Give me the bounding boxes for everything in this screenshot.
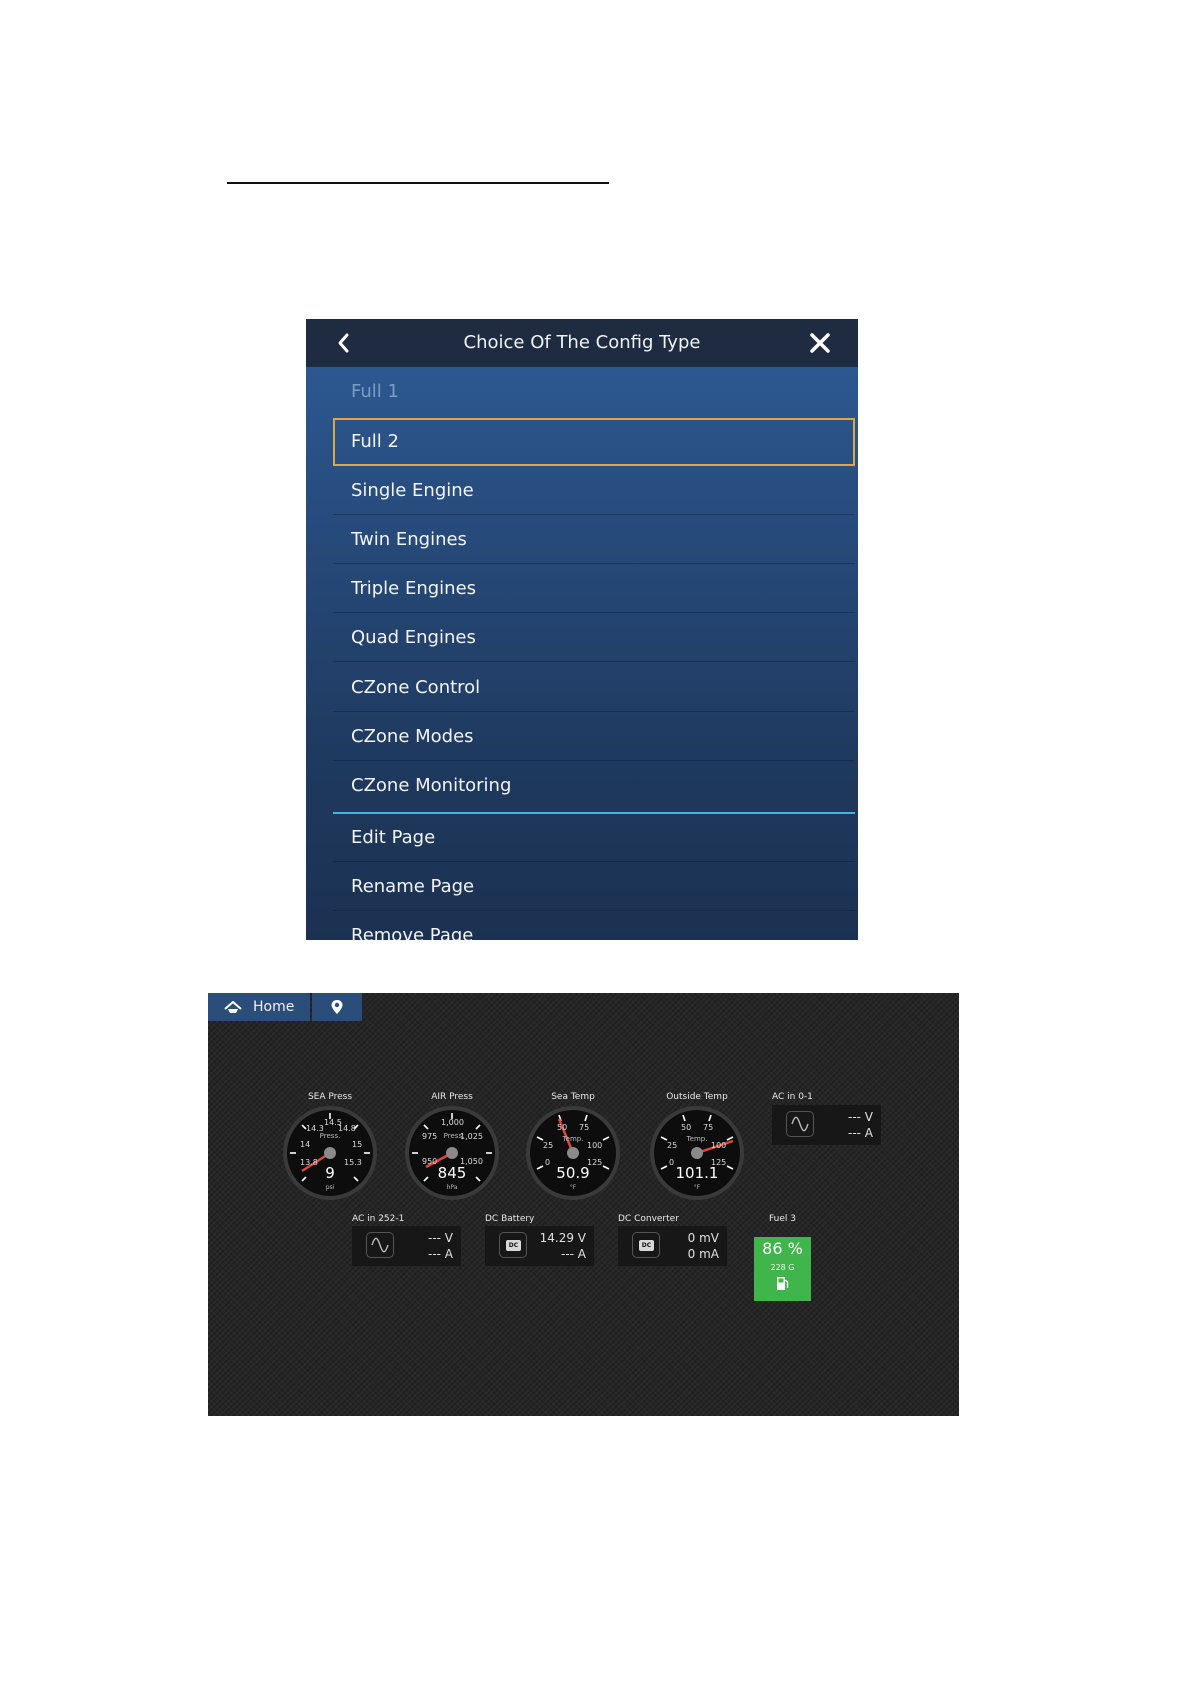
gauge-inner-label: Temp.	[562, 1135, 584, 1143]
converter-dc-icon: DC	[632, 1232, 660, 1258]
home-tab[interactable]: Home	[208, 993, 310, 1021]
fuel-label: Fuel 3	[769, 1214, 797, 1224]
fuel-volume: 228 G	[770, 1263, 795, 1272]
fuel-3-tile[interactable]: 86 % 228 G	[754, 1237, 811, 1301]
gauge-tick: 14	[300, 1140, 311, 1149]
menu-item-triple-engines[interactable]: Triple Engines	[333, 565, 855, 613]
tile-label: AC in 252-1	[352, 1214, 405, 1224]
gauge-unit: hPa	[446, 1184, 458, 1191]
air-press-gauge: 1,000 975 1,025 950 1,050 Press. 845 hPa	[404, 1105, 500, 1201]
fuel-pump-icon	[777, 1277, 789, 1290]
config-type-menu: Choice Of The Config Type Full 1 Full 2 …	[306, 319, 858, 940]
battery-dc-icon: DC	[499, 1232, 527, 1258]
dc-battery-tile[interactable]: DC 14.29 V --- A	[485, 1226, 594, 1266]
dc-badge: DC	[506, 1240, 521, 1251]
gauge-tick: 50	[681, 1123, 692, 1132]
waypoint-tab[interactable]	[312, 993, 362, 1021]
home-icon	[224, 1001, 242, 1013]
tile-current: --- A	[847, 1126, 873, 1140]
tile-label: AC in 0-1	[772, 1092, 813, 1102]
gauge-label: AIR Press	[431, 1092, 473, 1102]
gauge-inner-label: Press.	[319, 1132, 341, 1140]
gauge-value: 50.9	[556, 1164, 590, 1182]
menu-item-full-2[interactable]: Full 2	[333, 418, 855, 466]
gauge-tick: 50	[557, 1123, 568, 1132]
menu-item-single-engine[interactable]: Single Engine	[333, 467, 855, 515]
tile-current: --- A	[427, 1247, 453, 1261]
ac-in-252-1-tile[interactable]: --- V --- A	[352, 1226, 461, 1266]
tile-current: --- A	[560, 1247, 586, 1261]
tile-label: DC Battery	[485, 1214, 535, 1224]
sea-temp-gauge: 50 75 25 100 0 125 Temp. 50.9 °F	[525, 1105, 621, 1201]
home-tab-label: Home	[253, 999, 295, 1015]
gauge-label: Sea Temp	[551, 1092, 595, 1102]
menu-item-czone-monitoring[interactable]: CZone Monitoring	[333, 762, 855, 810]
gauge-unit: psi	[325, 1184, 335, 1191]
gauge-tick: 75	[703, 1123, 714, 1132]
tile-current: 0 mA	[687, 1247, 719, 1261]
tile-voltage: 0 mV	[687, 1231, 719, 1245]
tile-voltage: --- V	[427, 1231, 453, 1245]
sine-wave-icon	[366, 1232, 394, 1258]
gauge-inner-label: Press.	[443, 1132, 465, 1140]
sine-wave-icon	[786, 1111, 814, 1137]
dc-converter-tile[interactable]: DC 0 mV 0 mA	[618, 1226, 727, 1266]
ac-in-0-1-tile[interactable]: --- V --- A	[772, 1105, 881, 1145]
gauge-inner-label: Temp.	[686, 1135, 708, 1143]
fuel-percent: 86 %	[762, 1239, 803, 1258]
menu-title: Choice Of The Config Type	[463, 332, 701, 353]
menu-item-czone-modes[interactable]: CZone Modes	[333, 713, 855, 761]
menu-action-rename-page[interactable]: Rename Page	[333, 863, 855, 911]
menu-header: Choice Of The Config Type	[306, 319, 858, 367]
heading-underline	[227, 182, 609, 184]
menu-item-czone-control[interactable]: CZone Control	[333, 664, 855, 712]
menu-item-quad-engines[interactable]: Quad Engines	[333, 614, 855, 662]
menu-item-twin-engines[interactable]: Twin Engines	[333, 516, 855, 564]
location-pin-icon	[331, 1000, 343, 1014]
menu-action-remove-page[interactable]: Remove Page	[333, 912, 855, 940]
close-icon[interactable]	[808, 331, 832, 355]
gauge-tick: 75	[579, 1123, 590, 1132]
outside-temp-gauge: 50 75 25 100 0 125 Temp. 101.1 °F	[649, 1105, 745, 1201]
tile-voltage: --- V	[847, 1110, 873, 1124]
dc-badge: DC	[639, 1240, 654, 1251]
gauge-tick: 1,000	[441, 1118, 464, 1127]
menu-action-edit-page[interactable]: Edit Page	[333, 814, 855, 862]
tile-voltage: 14.29 V	[539, 1231, 586, 1245]
gauge-unit: °F	[693, 1184, 701, 1191]
gauge-unit: °F	[569, 1184, 577, 1191]
tile-label: DC Converter	[618, 1214, 679, 1224]
sea-press-gauge: 14.5 14.3 14.8 14 15 13.8 15.3 Press. 9 …	[282, 1105, 378, 1201]
dashboard-screen: Home SEA Press 14.5 14.3 14.8 14 15 13.8…	[208, 993, 959, 1416]
gauge-value: 101.1	[675, 1164, 719, 1182]
menu-item-full-1[interactable]: Full 1	[333, 368, 855, 416]
gauge-value: 845	[437, 1164, 467, 1182]
gauge-value: 9	[325, 1164, 335, 1182]
gauge-label: Outside Temp	[666, 1092, 728, 1102]
gauge-label: SEA Press	[307, 1092, 353, 1102]
gauge-tick: 15	[352, 1140, 363, 1149]
